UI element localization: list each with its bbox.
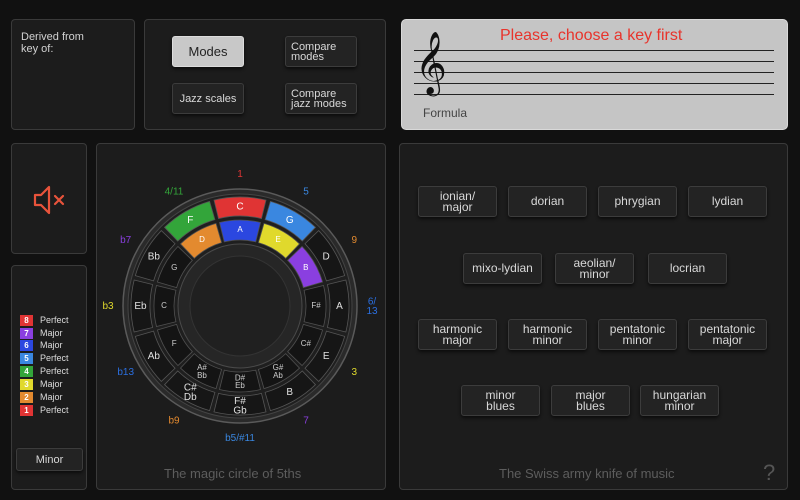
legend-swatch: 3 — [20, 378, 33, 390]
legend-item: 2 Major — [20, 391, 63, 403]
interval-label: b5/#11 — [225, 433, 255, 444]
inner-note-label[interactable]: B — [303, 263, 308, 272]
outer-note-label[interactable]: D — [323, 251, 330, 262]
legend-swatch: 5 — [20, 352, 33, 364]
inner-note-label[interactable]: D# Eb — [235, 374, 246, 391]
derived-key-label: Derived from key of: — [21, 31, 84, 55]
treble-clef-icon: 𝄞 — [415, 31, 447, 94]
outer-note-label[interactable]: Ab — [148, 350, 161, 361]
scale-button[interactable]: major blues — [551, 385, 630, 416]
scale-button[interactable]: pentatonic minor — [598, 319, 677, 350]
inner-note-label[interactable]: F# — [311, 301, 321, 310]
scale-button[interactable]: phrygian — [598, 186, 677, 217]
legend-item: 1 Perfect — [20, 404, 69, 416]
scale-button[interactable]: aeolian/ minor — [555, 253, 634, 284]
interval-label: 7 — [303, 415, 309, 426]
speaker-mute-icon[interactable] — [30, 182, 70, 218]
circle-hub — [189, 255, 291, 357]
legend-swatch: 1 — [20, 404, 33, 416]
legend-label: Major — [40, 379, 63, 389]
interval-label: 9 — [352, 235, 358, 246]
derived-key-panel: Derived from key of: — [11, 19, 135, 130]
scale-button[interactable]: ionian/ major — [418, 186, 497, 217]
scale-button[interactable]: dorian — [508, 186, 587, 217]
interval-label: 1 — [237, 169, 243, 180]
outer-note-label[interactable]: G — [286, 214, 294, 225]
staff-lines — [414, 50, 774, 98]
help-icon[interactable]: ? — [763, 460, 775, 486]
legend-item: 4 Perfect — [20, 365, 69, 377]
scale-button[interactable]: lydian — [688, 186, 767, 217]
legend-label: Perfect — [40, 405, 69, 415]
outer-note-label[interactable]: C# Db — [184, 382, 197, 403]
legend-item: 5 Perfect — [20, 352, 69, 364]
legend-label: Perfect — [40, 366, 69, 376]
outer-note-label[interactable]: A — [336, 301, 343, 312]
inner-note-label[interactable]: C# — [301, 339, 312, 348]
compare-jazz-modes-button[interactable]: Compare jazz modes — [285, 83, 357, 114]
inner-note-label[interactable]: D — [199, 235, 205, 244]
outer-note-label[interactable]: B — [286, 387, 293, 398]
interval-label: b3 — [102, 301, 114, 312]
scales-panel: ionian/ major dorian phrygian lydian mixo-ly… — [399, 143, 788, 490]
scale-button[interactable]: harmonic major — [418, 319, 497, 350]
legend-label: Major — [40, 340, 63, 350]
scale-button[interactable]: pentatonic major — [688, 319, 767, 350]
inner-note-label[interactable]: G — [171, 263, 177, 272]
outer-note-label[interactable]: Eb — [134, 301, 147, 312]
legend-label: Major — [40, 392, 63, 402]
outer-note-label[interactable]: C — [236, 201, 243, 212]
sound-panel — [11, 143, 87, 254]
minor-toggle-button[interactable]: Minor — [16, 448, 83, 471]
legend-swatch: 8 — [20, 314, 33, 326]
legend-swatch: 7 — [20, 327, 33, 339]
outer-note-label[interactable]: F — [187, 214, 193, 225]
outer-note-label[interactable]: F# Gb — [233, 396, 247, 417]
inner-note-label[interactable]: G# Ab — [273, 363, 284, 380]
formula-label: Formula — [423, 106, 468, 120]
interval-label: b13 — [117, 367, 134, 378]
scale-button[interactable]: minor blues — [461, 385, 540, 416]
scale-button[interactable]: hungarian minor — [640, 385, 719, 416]
legend-item: 8 Perfect — [20, 314, 69, 326]
modes-button[interactable]: Modes — [172, 36, 244, 67]
interval-label: 4/11 — [165, 186, 184, 197]
interval-label: 5 — [303, 186, 309, 197]
inner-note-label[interactable]: A — [237, 225, 243, 234]
legend-label: Perfect — [40, 353, 69, 363]
circle-caption: The magic circle of 5ths — [164, 466, 302, 481]
legend-item: 7 Major — [20, 327, 63, 339]
legend-swatch: 6 — [20, 339, 33, 351]
compare-modes-button[interactable]: Compare modes — [285, 36, 357, 67]
legend-item: 3 Major — [20, 378, 63, 390]
interval-label: b9 — [168, 415, 180, 426]
scale-button[interactable]: harmonic minor — [508, 319, 587, 350]
inner-note-label[interactable]: F — [172, 339, 177, 348]
mode-selector-panel: Modes Compare modes Jazz scales Compare … — [144, 19, 386, 130]
circle-of-fifths[interactable]: CA1GE5DB9AF# 6/13EC#3BG# Ab7F# GbD# Ebb5/#11… — [97, 144, 387, 491]
outer-note-label[interactable]: E — [323, 350, 330, 361]
scale-button[interactable]: locrian — [648, 253, 727, 284]
interval-label: b7 — [120, 235, 132, 246]
legend-swatch: 2 — [20, 391, 33, 403]
jazz-scales-button[interactable]: Jazz scales — [172, 83, 244, 114]
staff-panel: Please, choose a key first 𝄞 Formula — [401, 19, 788, 130]
outer-note-label[interactable]: Bb — [148, 251, 161, 262]
inner-note-label[interactable]: C — [161, 301, 167, 310]
inner-note-label[interactable]: E — [275, 235, 280, 244]
legend-item: 6 Major — [20, 339, 63, 351]
scales-caption: The Swiss army knife of music — [499, 466, 675, 481]
interval-label: 3 — [352, 367, 358, 378]
interval-label: 6/13 — [366, 296, 378, 317]
legend-swatch: 4 — [20, 365, 33, 377]
circle-of-fifths-panel: C A 1 G E 5 D B 9 A F# 6/13 E C# 3 B G# Ab 7 F# Gb D# Eb b5/#11… — [96, 143, 386, 490]
legend-label: Major — [40, 328, 63, 338]
legend-label: Perfect — [40, 315, 69, 325]
inner-note-label[interactable]: A# Bb — [197, 363, 207, 380]
choose-key-message: Please, choose a key first — [500, 27, 683, 44]
scale-button[interactable]: mixo-lydian — [463, 253, 542, 284]
interval-legend-panel: 8 Perfect 7 Major 6 Major 5 Perfect 4 Perfect 3 Maj… — [11, 265, 87, 490]
